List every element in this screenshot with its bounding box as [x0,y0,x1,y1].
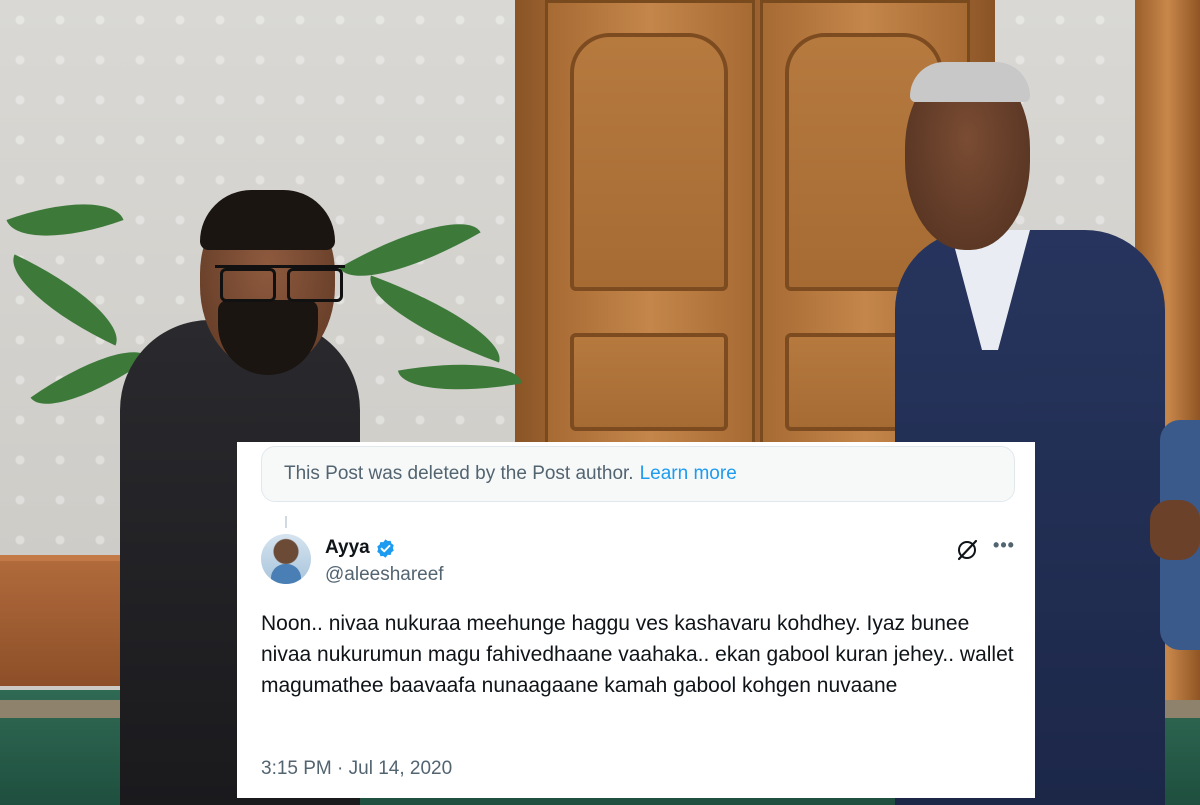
more-options-icon[interactable]: ••• [989,536,1019,559]
tweet-text: Noon.. nivaa nukuraa meehunge haggu ves … [261,612,1014,697]
door-panel [570,33,728,291]
deleted-post-notice: This Post was deleted by the Post author… [261,446,1015,502]
display-name[interactable]: Ayya [325,537,370,559]
verified-badge-icon [376,538,394,558]
glasses [215,265,345,302]
person-right-hair [910,62,1030,102]
learn-more-link[interactable]: Learn more [640,463,737,485]
tweet-screenshot-card: This Post was deleted by the Post author… [237,442,1035,798]
door-panel [570,333,728,431]
avatar[interactable] [261,534,311,584]
author-name-row: Ayya [325,537,396,559]
third-person-hand [1150,500,1200,560]
wooden-door-left [545,0,755,445]
grok-icon[interactable] [955,538,979,562]
deleted-notice-text: This Post was deleted by the Post author… [284,463,634,484]
thread-connector-line [285,516,287,528]
user-handle[interactable]: @aleeshareef [325,564,444,586]
tweet-timestamp[interactable]: 3:15 PM · Jul 14, 2020 [261,758,452,780]
planter-box [0,555,120,686]
